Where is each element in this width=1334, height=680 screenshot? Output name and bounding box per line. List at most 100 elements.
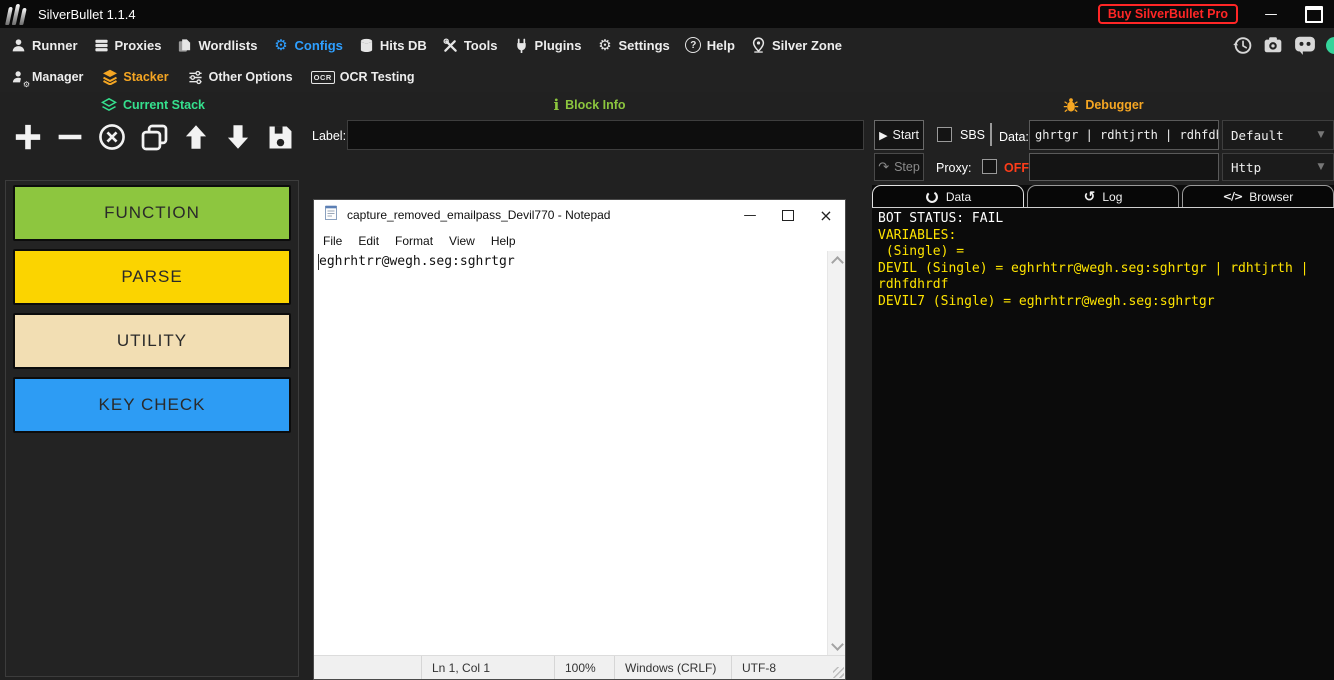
database-icon [358, 37, 375, 54]
menu-label: Settings [618, 38, 669, 53]
configs-gear-icon: ⚙ [272, 37, 289, 54]
notepad-menu-format[interactable]: Format [387, 234, 441, 248]
scroll-up-icon[interactable] [831, 256, 844, 269]
notepad-window-controls: — × [731, 200, 845, 230]
menu-label: Tools [464, 38, 498, 53]
stack-block-utility[interactable]: UTILITY [13, 313, 291, 369]
output-line-devil: DEVIL (Single) = eghrhtrr@wegh.seg:sghrt… [878, 261, 1316, 293]
debugger-header: Debugger [872, 95, 1334, 115]
chevron-down-icon: ▼ [1309, 130, 1333, 140]
data-input[interactable]: ghrtgr | rdhtjrth | rdhfdhrdf [1029, 120, 1219, 150]
cursor-position: Ln 1, Col 1 [421, 656, 554, 679]
menubar-right-icons [1231, 34, 1334, 56]
notepad-scrollbar[interactable] [827, 251, 845, 656]
notepad-menu-file[interactable]: File [315, 234, 350, 248]
main-menubar: Runner Proxies Wordlists ⚙ Configs Hits … [0, 28, 1334, 62]
notepad-menu-view[interactable]: View [441, 234, 483, 248]
menu-configs-active[interactable]: ⚙ Configs [272, 37, 342, 54]
config-select[interactable]: Default ▼ [1222, 120, 1334, 150]
notepad-minimize-button[interactable]: — [731, 200, 769, 230]
stack-block-function[interactable]: FUNCTION [13, 185, 291, 241]
discord-icon[interactable] [1293, 34, 1317, 56]
proxy-type-select[interactable]: Http ▼ [1222, 153, 1334, 181]
statusbar-spacer [314, 656, 421, 679]
menu-wordlists[interactable]: Wordlists [176, 37, 257, 54]
data-caption: Data: [999, 130, 1029, 144]
menu-tools[interactable]: Tools [442, 37, 498, 54]
minimize-button[interactable]: — [1253, 1, 1289, 27]
proxy-input[interactable] [1029, 153, 1219, 181]
save-stack-button[interactable] [262, 117, 298, 157]
circle-spinner-icon [925, 190, 939, 204]
block-label: UTILITY [117, 331, 187, 351]
tab-data[interactable]: Data [872, 185, 1024, 207]
move-down-button[interactable] [220, 117, 256, 157]
location-pin-icon [750, 37, 767, 54]
title-bar: SilverBullet 1.1.4 Buy SilverBullet Pro … [0, 0, 1334, 28]
notepad-icon [323, 204, 339, 226]
proxy-checkbox[interactable] [982, 159, 997, 174]
status-dot-icon [1326, 37, 1334, 54]
chevron-down-icon: ▼ [1309, 162, 1333, 172]
notepad-menu-edit[interactable]: Edit [350, 234, 387, 248]
menu-label: Silver Zone [772, 38, 842, 53]
menu-hits-db[interactable]: Hits DB [358, 37, 427, 54]
submenu-manager[interactable]: ⚙ Manager [10, 69, 83, 86]
notepad-menubar: File Edit Format View Help [314, 230, 845, 251]
controls-divider [990, 123, 992, 146]
notepad-titlebar[interactable]: capture_removed_emailpass_Devil770 - Not… [314, 200, 845, 230]
move-up-button[interactable] [178, 117, 214, 157]
step-button[interactable]: ↷ Step [874, 153, 924, 181]
submenu-label: Stacker [123, 70, 168, 84]
debugger-title: Debugger [1085, 98, 1143, 112]
maximize-button[interactable] [1296, 1, 1332, 27]
menu-proxies[interactable]: Proxies [93, 37, 162, 54]
add-block-button[interactable] [10, 117, 46, 157]
scroll-down-icon[interactable] [831, 638, 844, 651]
tab-log[interactable]: ↺ Log [1027, 185, 1179, 207]
menu-label: Help [707, 38, 735, 53]
menu-settings[interactable]: ⚙ Settings [596, 37, 669, 54]
menu-plugins[interactable]: Plugins [513, 37, 582, 54]
sliders-icon [187, 69, 204, 86]
clone-block-button[interactable] [136, 117, 172, 157]
notepad-maximize-button[interactable] [769, 200, 807, 230]
submenu-other-options[interactable]: Other Options [187, 69, 293, 86]
debugger-tabs: Data ↺ Log </> Browser [872, 185, 1334, 207]
zoom-level: 100% [554, 656, 614, 679]
current-stack-panel: FUNCTION PARSE UTILITY KEY CHECK [5, 180, 299, 677]
sbs-checkbox[interactable] [937, 127, 952, 142]
notepad-text-area[interactable]: eghrhtrr@wegh.seg:sghrtgr [314, 251, 828, 656]
menu-help[interactable]: ? Help [685, 37, 735, 54]
notepad-close-button[interactable]: × [807, 200, 845, 230]
block-label: KEY CHECK [99, 395, 206, 415]
stack-block-keycheck[interactable]: KEY CHECK [13, 377, 291, 433]
submenu-ocr-testing[interactable]: OCR OCR Testing [311, 70, 415, 84]
screenshot-camera-icon[interactable] [1262, 34, 1284, 56]
gear-icon: ⚙ [596, 37, 613, 54]
history-icon[interactable] [1231, 34, 1253, 56]
label-input[interactable] [347, 120, 864, 150]
step-arrow-icon: ↷ [878, 161, 889, 174]
start-button[interactable]: ▶ Start [874, 120, 924, 150]
notepad-title: capture_removed_emailpass_Devil770 - Not… [347, 208, 610, 222]
info-icon: i [553, 98, 559, 113]
resize-grip[interactable] [833, 667, 844, 678]
debugger-output: BOT STATUS: FAIL VARIABLES: (Single) = D… [872, 207, 1334, 680]
notepad-menu-help[interactable]: Help [483, 234, 524, 248]
submenu-stacker-active[interactable]: Stacker [101, 69, 168, 86]
menu-silver-zone[interactable]: Silver Zone [750, 37, 842, 54]
buy-pro-button[interactable]: Buy SilverBullet Pro [1098, 4, 1238, 24]
disable-block-button[interactable] [94, 117, 130, 157]
block-info-title: Block Info [565, 98, 625, 112]
menu-label: Wordlists [198, 38, 257, 53]
tab-browser[interactable]: </> Browser [1182, 185, 1334, 207]
play-icon: ▶ [879, 130, 887, 141]
code-icon: </> [1223, 190, 1242, 203]
menu-runner[interactable]: Runner [10, 37, 78, 54]
proxy-status-badge: OFF [1004, 161, 1029, 175]
stack-block-parse[interactable]: PARSE [13, 249, 291, 305]
remove-block-button[interactable] [52, 117, 88, 157]
stack-toolbar [10, 116, 298, 158]
notepad-content: eghrhtrr@wegh.seg:sghrtgr [314, 251, 828, 269]
